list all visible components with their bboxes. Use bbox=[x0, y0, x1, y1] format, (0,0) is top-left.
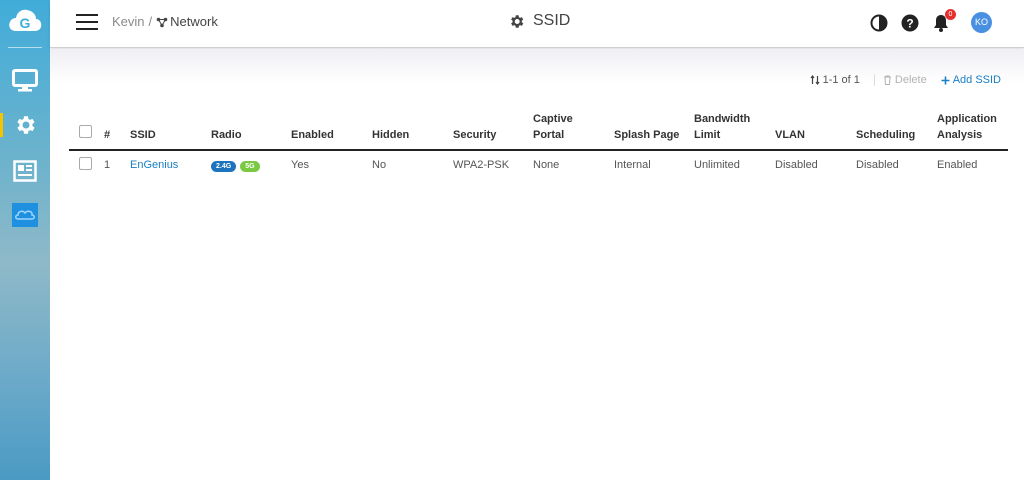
cell-bandwidth-limit: Unlimited bbox=[694, 159, 740, 171]
breadcrumb-parent[interactable]: Kevin bbox=[112, 14, 145, 29]
newspaper-icon bbox=[13, 160, 37, 182]
cell-enabled: Yes bbox=[291, 159, 309, 171]
cell-captive-portal: None bbox=[533, 159, 560, 171]
cell-scheduling: Disabled bbox=[856, 159, 899, 171]
delete-button[interactable]: Delete bbox=[873, 74, 927, 86]
add-ssid-button[interactable]: Add SSID bbox=[941, 74, 1001, 86]
radio-5g-badge: 5G bbox=[240, 160, 260, 172]
pagination-text: 1-1 of 1 bbox=[822, 74, 860, 86]
pagination[interactable]: 1-1 of 1 bbox=[810, 74, 860, 86]
notification-bell-icon[interactable]: 0 bbox=[931, 8, 956, 33]
col-header-hidden[interactable]: Hidden bbox=[366, 108, 447, 151]
monitor-icon bbox=[12, 69, 38, 92]
col-header-captive-portal[interactable]: Captive Portal bbox=[527, 108, 608, 151]
table-row[interactable]: 1 EnGenius 2.4G 5G Yes No WPA2-PSK None I… bbox=[69, 150, 1008, 179]
breadcrumb-separator: / bbox=[148, 14, 153, 29]
ssid-link[interactable]: EnGenius bbox=[130, 159, 178, 171]
breadcrumb: Kevin / Network bbox=[112, 14, 218, 29]
add-ssid-label: Add SSID bbox=[952, 74, 1001, 86]
header-actions: ? 0 KO bbox=[858, 8, 992, 33]
delete-label: Delete bbox=[894, 74, 927, 86]
plus-icon bbox=[941, 76, 950, 84]
cell-radio: 2.4G 5G bbox=[205, 150, 285, 179]
top-header: Kevin / Network SSID ? 0 KO bbox=[50, 0, 1024, 48]
trash-icon bbox=[883, 75, 891, 85]
col-header-security[interactable]: Security bbox=[447, 108, 527, 151]
col-header-radio[interactable]: Radio bbox=[205, 108, 285, 151]
sort-icon bbox=[810, 75, 820, 85]
cell-index: 1 bbox=[104, 159, 111, 171]
theme-toggle-icon[interactable] bbox=[869, 13, 889, 33]
table-toolbar: 1-1 of 1 Delete Add SSID bbox=[796, 74, 1001, 86]
network-icon bbox=[156, 17, 168, 27]
page-title-text: SSID bbox=[533, 12, 571, 29]
main-content: 1-1 of 1 Delete Add SSID # SSID Radio En… bbox=[50, 49, 1024, 480]
col-header-scheduling[interactable]: Scheduling bbox=[850, 108, 931, 151]
cell-security: WPA2-PSK bbox=[453, 159, 510, 171]
row-checkbox[interactable] bbox=[79, 157, 92, 170]
cell-hidden: No bbox=[372, 159, 387, 171]
col-header-bandwidth-limit[interactable]: Bandwidth Limit bbox=[688, 108, 769, 151]
avatar[interactable]: KO bbox=[971, 12, 992, 33]
cell-application-analysis: Enabled bbox=[937, 159, 978, 171]
svg-text:?: ? bbox=[906, 16, 913, 30]
gear-icon bbox=[17, 116, 35, 134]
cell-splash-page: Internal bbox=[614, 159, 651, 171]
col-header-index[interactable]: # bbox=[98, 108, 124, 151]
notification-badge: 0 bbox=[945, 8, 956, 20]
sidebar-item-configure[interactable] bbox=[0, 107, 50, 143]
col-header-application-analysis[interactable]: Application Analysis bbox=[931, 108, 1008, 151]
sidebar-item-cloud[interactable] bbox=[0, 197, 50, 233]
sidebar-item-reports[interactable] bbox=[0, 153, 50, 189]
radio-24g-badge: 2.4G bbox=[211, 160, 237, 172]
col-header-vlan[interactable]: VLAN bbox=[769, 108, 850, 151]
select-all-checkbox[interactable] bbox=[79, 125, 92, 138]
sidebar: G bbox=[0, 0, 50, 480]
cloud-icon bbox=[12, 203, 38, 227]
menu-icon[interactable] bbox=[76, 12, 100, 32]
help-icon[interactable]: ? bbox=[900, 13, 920, 33]
ssid-table: # SSID Radio Enabled Hidden Security Cap… bbox=[69, 108, 1008, 179]
breadcrumb-current: Network bbox=[170, 14, 218, 29]
cell-vlan: Disabled bbox=[775, 159, 818, 171]
col-header-ssid[interactable]: SSID bbox=[124, 108, 205, 151]
col-header-splash-page[interactable]: Splash Page bbox=[608, 108, 688, 151]
col-header-enabled[interactable]: Enabled bbox=[285, 108, 366, 151]
sidebar-divider bbox=[8, 47, 42, 48]
page-title: SSID bbox=[508, 12, 570, 30]
table-header-row: # SSID Radio Enabled Hidden Security Cap… bbox=[69, 108, 1008, 151]
sidebar-item-monitor[interactable] bbox=[0, 63, 50, 99]
svg-text:G: G bbox=[20, 15, 31, 31]
gear-icon bbox=[511, 14, 524, 28]
engenius-logo[interactable]: G bbox=[7, 4, 43, 40]
